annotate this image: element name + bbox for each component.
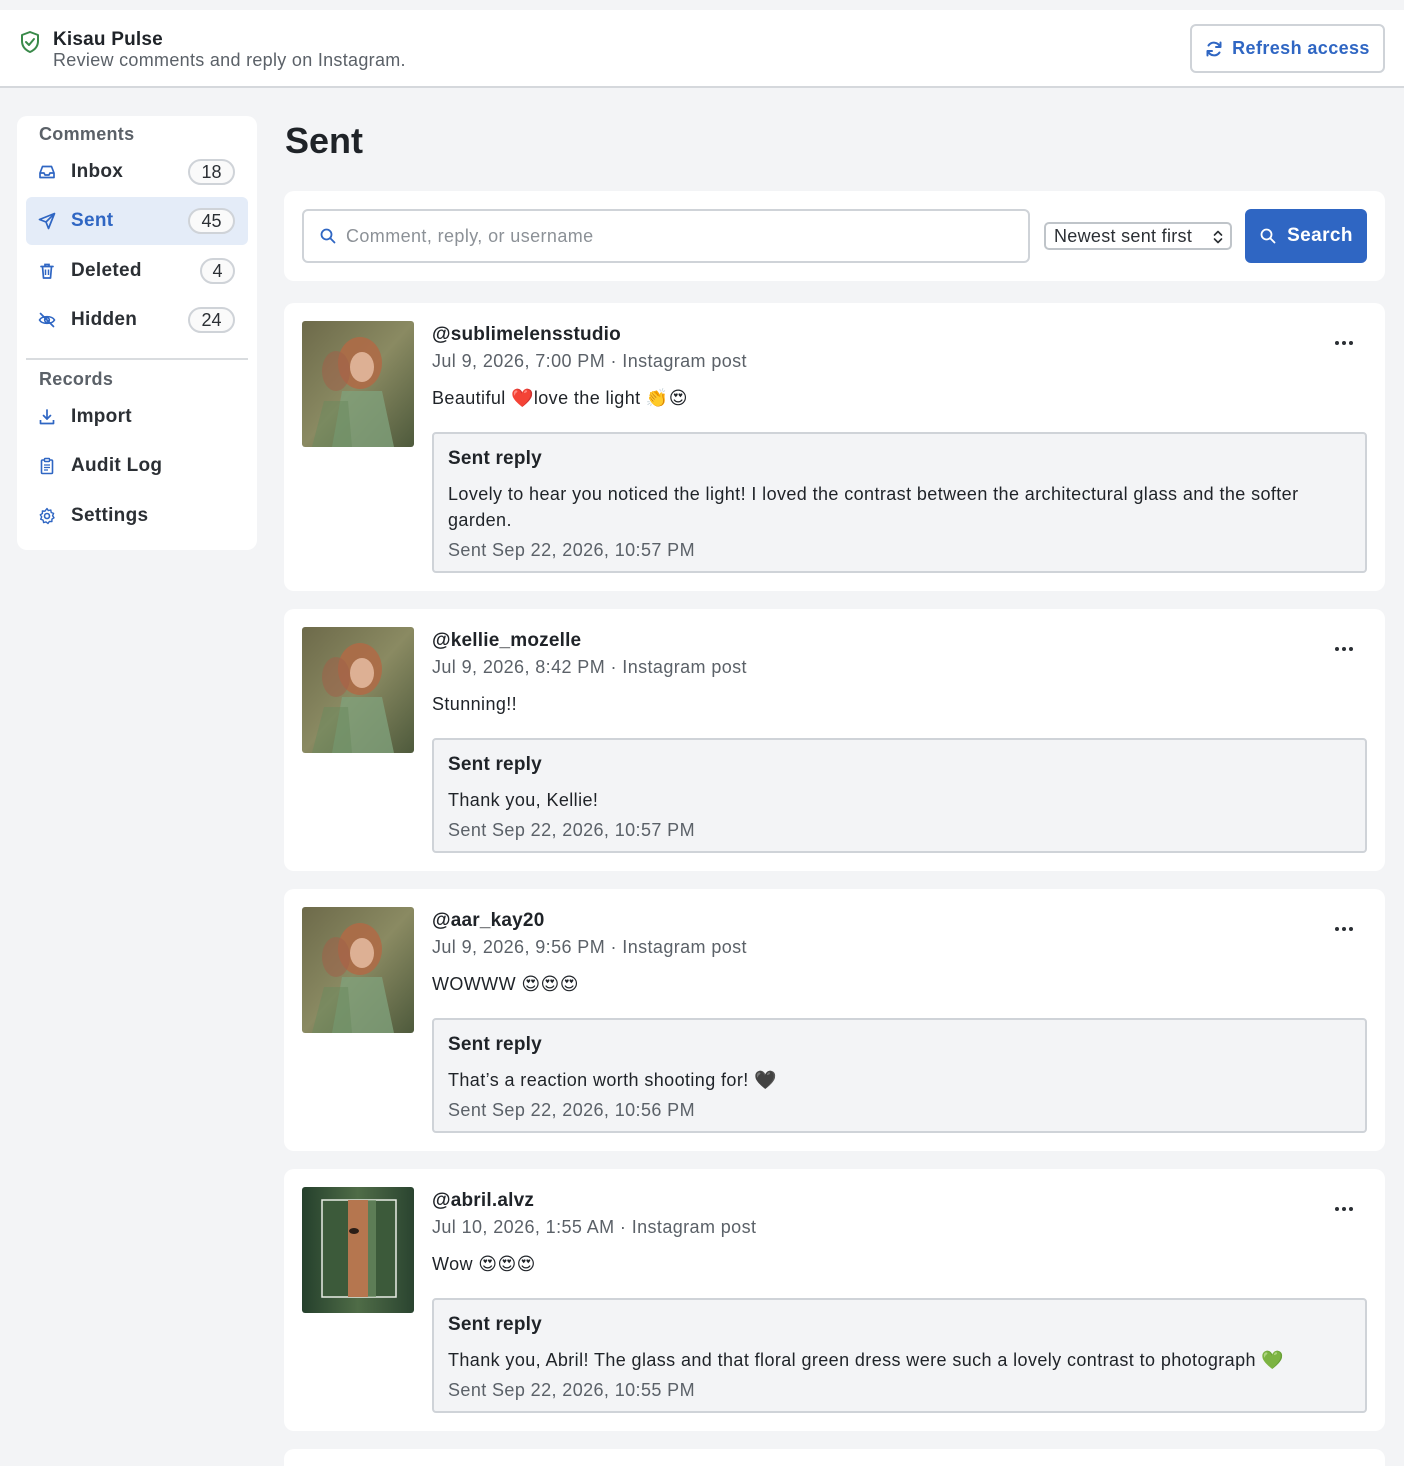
sent-reply-date: Sent Sep 22, 2026, 10:55 PM xyxy=(448,1380,695,1400)
sidebar-item-label: Settings xyxy=(71,505,149,526)
comment-card: @kellie_mozelle Jul 9, 2026, 8:42 PM · I… xyxy=(284,609,1385,871)
count-badge: 45 xyxy=(188,208,235,234)
post-thumbnail-image xyxy=(302,1187,414,1313)
download-icon xyxy=(39,409,55,425)
sidebar-item-hidden[interactable]: Hidden 24 xyxy=(26,296,248,344)
app-header: Kisau Pulse Review comments and reply on… xyxy=(0,10,1404,88)
sidebar-item-label: Deleted xyxy=(71,260,142,281)
sidebar: Comments Inbox 18 Sent 45 Deleted 4 Hidd… xyxy=(17,116,257,550)
sidebar-item-label: Sent xyxy=(71,210,114,231)
sort-select[interactable]: Newest sent first xyxy=(1044,222,1232,250)
search-icon xyxy=(1260,228,1276,244)
sent-reply-text: Thank you, Kellie! xyxy=(448,790,599,810)
gear-icon xyxy=(39,507,55,525)
shield-check-icon xyxy=(21,31,39,53)
sent-reply-date: Sent Sep 22, 2026, 10:57 PM xyxy=(448,820,695,840)
post-thumbnail-image xyxy=(302,321,414,447)
comment-meta: Jul 9, 2026, 8:42 PM · Instagram post xyxy=(432,657,747,677)
search-icon xyxy=(320,228,336,244)
comment-card xyxy=(284,1449,1385,1466)
comment-meta: Jul 9, 2026, 7:00 PM · Instagram post xyxy=(432,351,747,371)
sidebar-heading-records: Records xyxy=(39,369,114,389)
sent-reply-box: Sent reply Lovely to hear you noticed th… xyxy=(432,432,1367,573)
top-strip xyxy=(0,0,1404,10)
sidebar-item-deleted[interactable]: Deleted 4 xyxy=(26,247,248,295)
post-thumbnail[interactable] xyxy=(302,1187,414,1313)
sidebar-item-label: Hidden xyxy=(71,309,138,330)
sent-reply-box: Sent reply Thank you, Abril! The glass a… xyxy=(432,1298,1367,1413)
sidebar-item-import[interactable]: Import xyxy=(26,393,248,441)
search-input[interactable] xyxy=(346,211,1016,261)
post-thumbnail[interactable] xyxy=(302,907,414,1033)
comment-text: Beautiful ❤️love the light 👏😍 xyxy=(432,388,688,408)
count-badge: 4 xyxy=(200,258,235,284)
sidebar-item-sent[interactable]: Sent 45 xyxy=(26,197,248,245)
refresh-icon xyxy=(1206,41,1222,56)
sent-reply-date: Sent Sep 22, 2026, 10:56 PM xyxy=(448,1100,695,1120)
comment-username[interactable]: @aar_kay20 xyxy=(432,910,544,932)
trash-icon xyxy=(40,263,54,279)
comment-text: Stunning!! xyxy=(432,694,518,714)
sidebar-item-label: Inbox xyxy=(71,161,124,182)
sent-reply-title: Sent reply xyxy=(448,448,542,469)
sidebar-heading-comments: Comments xyxy=(39,124,135,144)
more-options-icon[interactable] xyxy=(1333,645,1355,653)
sidebar-item-label: Import xyxy=(71,406,132,427)
sidebar-item-inbox[interactable]: Inbox 18 xyxy=(26,148,248,196)
comment-meta: Jul 9, 2026, 9:56 PM · Instagram post xyxy=(432,937,747,957)
more-options-icon[interactable] xyxy=(1333,1205,1355,1213)
page-title: Sent xyxy=(285,120,364,161)
post-thumbnail[interactable] xyxy=(302,321,414,447)
app-title: Kisau Pulse xyxy=(53,29,163,50)
search-field xyxy=(302,209,1030,263)
send-icon xyxy=(38,212,56,230)
comment-card: @aar_kay20 Jul 9, 2026, 9:56 PM · Instag… xyxy=(284,889,1385,1151)
sent-reply-box: Sent reply That’s a reaction worth shoot… xyxy=(432,1018,1367,1133)
sidebar-item-audit-log[interactable]: Audit Log xyxy=(26,442,248,490)
more-options-icon[interactable] xyxy=(1333,925,1355,933)
more-options-icon[interactable] xyxy=(1333,339,1355,347)
refresh-access-button[interactable]: Refresh access xyxy=(1190,24,1385,73)
sidebar-item-settings[interactable]: Settings xyxy=(26,492,248,540)
sidebar-item-label: Audit Log xyxy=(71,455,163,476)
comment-meta: Jul 10, 2026, 1:55 AM · Instagram post xyxy=(432,1217,757,1237)
sort-select-value: Newest sent first xyxy=(1054,226,1193,246)
search-button-label: Search xyxy=(1287,225,1353,246)
comment-text: Wow 😍😍😍 xyxy=(432,1254,536,1274)
comment-text: WOWWW 😍😍😍 xyxy=(432,974,579,994)
post-thumbnail-image xyxy=(302,627,414,753)
sent-reply-text: That’s a reaction worth shooting for! 🖤 xyxy=(448,1070,777,1090)
app-subtitle: Review comments and reply on Instagram. xyxy=(53,50,406,70)
comment-card: @sublimelensstudio Jul 9, 2026, 7:00 PM … xyxy=(284,303,1385,591)
sidebar-divider xyxy=(26,358,248,360)
comment-card: @abril.alvz Jul 10, 2026, 1:55 AM · Inst… xyxy=(284,1169,1385,1431)
sent-reply-title: Sent reply xyxy=(448,1314,542,1335)
sent-reply-text: Thank you, Abril! The glass and that flo… xyxy=(448,1350,1285,1370)
clipboard-icon xyxy=(40,457,54,475)
post-thumbnail[interactable] xyxy=(302,627,414,753)
inbox-icon xyxy=(39,165,55,179)
count-badge: 24 xyxy=(188,307,235,333)
sent-reply-date: Sent Sep 22, 2026, 10:57 PM xyxy=(448,540,695,560)
sent-reply-title: Sent reply xyxy=(448,1034,542,1055)
search-panel: Newest sent first Search xyxy=(284,191,1385,281)
comment-username[interactable]: @sublimelensstudio xyxy=(432,324,621,346)
chevron-up-down-icon xyxy=(1213,230,1223,244)
eye-off-icon xyxy=(38,312,56,328)
refresh-access-label: Refresh access xyxy=(1232,38,1370,58)
sent-reply-text: Lovely to hear you noticed the light! I … xyxy=(448,484,1299,530)
search-button[interactable]: Search xyxy=(1245,209,1367,263)
sent-reply-box: Sent reply Thank you, Kellie! Sent Sep 2… xyxy=(432,738,1367,853)
post-thumbnail-image xyxy=(302,907,414,1033)
sent-reply-title: Sent reply xyxy=(448,754,542,775)
count-badge: 18 xyxy=(188,159,235,185)
comment-username[interactable]: @kellie_mozelle xyxy=(432,630,581,652)
comment-username[interactable]: @abril.alvz xyxy=(432,1190,534,1212)
